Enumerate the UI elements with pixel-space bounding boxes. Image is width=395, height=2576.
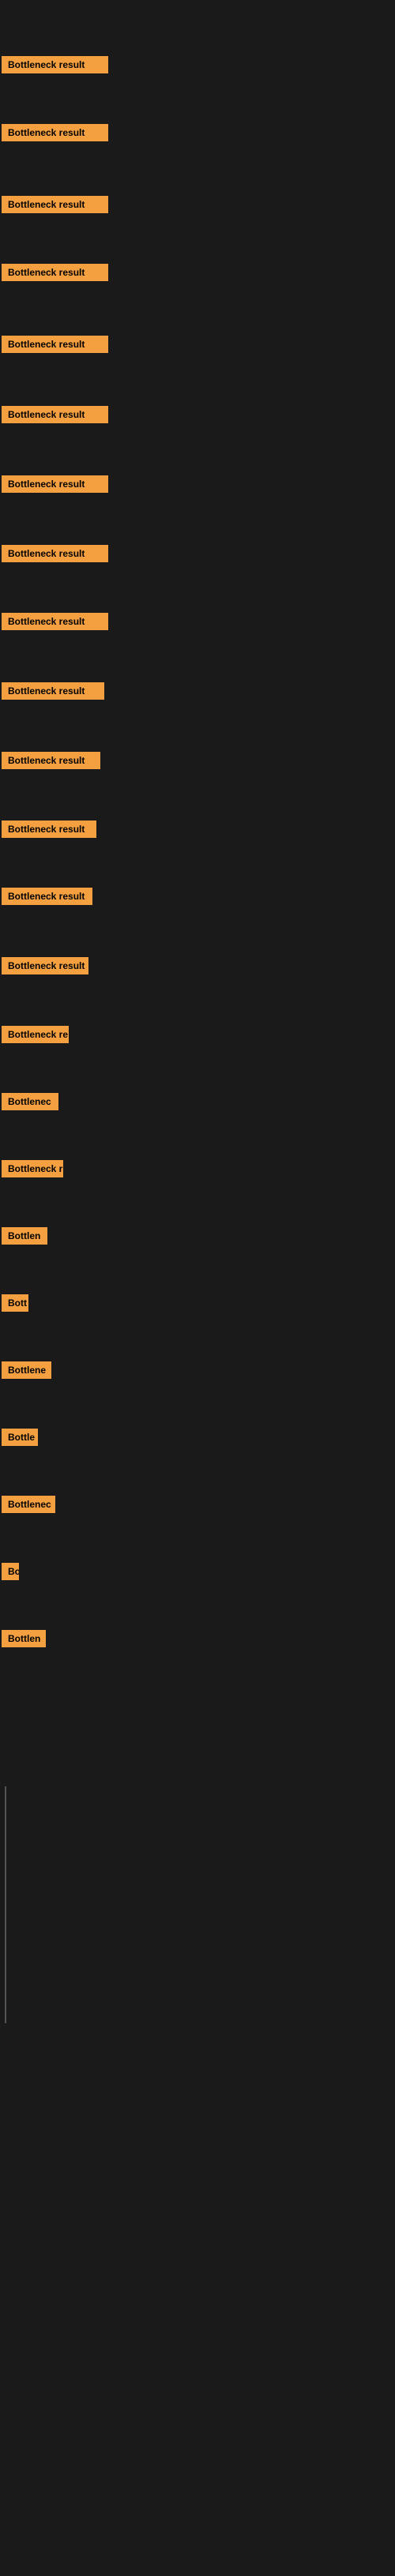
bar-row-5: Bottleneck result (2, 404, 108, 425)
bottleneck-bar-10[interactable]: Bottleneck result (2, 752, 100, 769)
bottleneck-bar-18[interactable]: Bott (2, 1294, 28, 1312)
bar-row-6: Bottleneck result (2, 474, 108, 494)
bar-row-20: Bottle (2, 1427, 38, 1448)
bottleneck-bar-15[interactable]: Bottlenec (2, 1093, 58, 1110)
bar-row-19: Bottlene (2, 1360, 51, 1380)
bar-row-18: Bott (2, 1293, 28, 1313)
bottleneck-bar-23[interactable]: Bottlen (2, 1630, 46, 1647)
bottleneck-bar-7[interactable]: Bottleneck result (2, 545, 108, 562)
bottleneck-bar-5[interactable]: Bottleneck result (2, 406, 108, 423)
bottleneck-bar-12[interactable]: Bottleneck result (2, 888, 92, 905)
bottleneck-bar-3[interactable]: Bottleneck result (2, 264, 108, 281)
bottleneck-bar-4[interactable]: Bottleneck result (2, 336, 108, 353)
bottleneck-bar-16[interactable]: Bottleneck r (2, 1160, 63, 1177)
bar-row-11: Bottleneck result (2, 819, 96, 839)
bottleneck-bar-22[interactable]: Bo (2, 1563, 19, 1580)
bars-container: Bottleneck result Bottleneck result Bottle… (0, 9, 395, 1707)
bar-row-7: Bottleneck result (2, 543, 108, 564)
bar-row-23: Bottlen (2, 1628, 46, 1649)
bar-row-21: Bottlenec (2, 1494, 55, 1515)
bar-row-17: Bottlen (2, 1226, 47, 1246)
bar-row-13: Bottleneck result (2, 956, 88, 976)
bottleneck-bar-17[interactable]: Bottlen (2, 1227, 47, 1245)
bar-row-8: Bottleneck result (2, 611, 108, 632)
empty-area (0, 1707, 395, 2576)
bottleneck-bar-20[interactable]: Bottle (2, 1429, 38, 1446)
bottleneck-bar-13[interactable]: Bottleneck result (2, 957, 88, 974)
chart-area: Bottleneck result Bottleneck result Bottle… (0, 0, 395, 2576)
bottleneck-bar-14[interactable]: Bottleneck re (2, 1026, 69, 1043)
bottleneck-bar-19[interactable]: Bottlene (2, 1361, 51, 1379)
bar-row-16: Bottleneck r (2, 1158, 63, 1179)
bar-row-10: Bottleneck result (2, 750, 100, 771)
bottleneck-bar-6[interactable]: Bottleneck result (2, 475, 108, 493)
bar-row-1: Bottleneck result (2, 122, 108, 143)
bar-row-2: Bottleneck result (2, 194, 108, 215)
bar-row-0: Bottleneck result (2, 54, 108, 75)
bottleneck-bar-11[interactable]: Bottleneck result (2, 820, 96, 838)
bar-row-22: Bo (2, 1561, 19, 1582)
bar-row-3: Bottleneck result (2, 262, 108, 283)
bottleneck-bar-21[interactable]: Bottlenec (2, 1496, 55, 1513)
bottleneck-bar-2[interactable]: Bottleneck result (2, 196, 108, 213)
bar-row-14: Bottleneck re (2, 1024, 69, 1045)
bar-row-4: Bottleneck result (2, 334, 108, 355)
vertical-line (5, 1786, 6, 2023)
bottleneck-bar-9[interactable]: Bottleneck result (2, 682, 104, 700)
bottleneck-bar-0[interactable]: Bottleneck result (2, 56, 108, 73)
bottleneck-bar-1[interactable]: Bottleneck result (2, 124, 108, 141)
bar-row-15: Bottlenec (2, 1091, 58, 1112)
site-title (0, 0, 395, 9)
bar-row-12: Bottleneck result (2, 886, 92, 907)
bar-row-9: Bottleneck result (2, 681, 104, 701)
bottleneck-bar-8[interactable]: Bottleneck result (2, 613, 108, 630)
